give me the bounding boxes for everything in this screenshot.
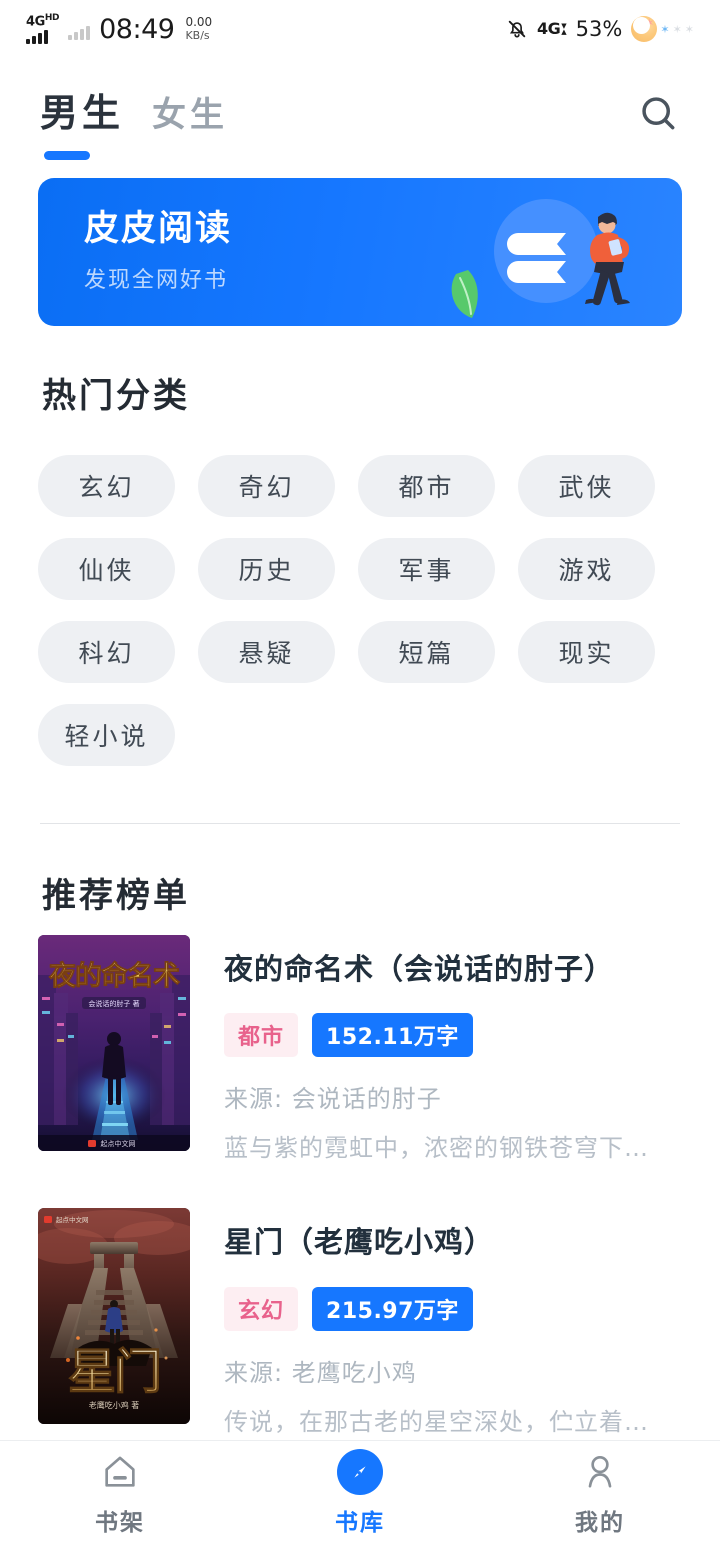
network-type-label: 4GHD	[26, 12, 60, 30]
network-speed-unit: KB/s	[185, 28, 210, 42]
book-source: 来源: 老鹰吃小鸡	[224, 1358, 417, 1387]
nav-item-profile[interactable]: 我的	[480, 1441, 720, 1544]
book-cover-star-gate: 星门 老鹰吃小鸡 著 起点中文网	[38, 1208, 190, 1425]
promo-banner[interactable]: 皮皮阅读 发现全网好书	[38, 178, 682, 326]
secondary-network-icon: 4G ▼ ▲	[537, 21, 567, 37]
category-chip[interactable]: 轻小说	[38, 704, 175, 766]
book-description: 蓝与紫的霓虹中，浓密的钢铁苍穹下…	[224, 1134, 649, 1163]
book-cover-night-naming: 夜的命名术 会说话的肘子 著 起点中文网	[38, 935, 190, 1151]
category-chip[interactable]: 短篇	[358, 621, 495, 683]
book-list-item[interactable]: 夜的命名术 会说话的肘子 著 起点中文网 夜的命名术（会说话的肘子） 都市 15…	[0, 935, 720, 1163]
status-bar: 4GHD 08:49 0.00 KB/s 4G ▼ ▲ 53% ✶ ✶ ✶ ✶	[0, 0, 720, 58]
battery-percent: 53%	[575, 17, 623, 41]
category-chip[interactable]: 现实	[518, 621, 655, 683]
nav-item-library[interactable]: 书库	[240, 1441, 480, 1544]
signal-bars-secondary-icon	[68, 25, 91, 40]
book-source: 来源: 会说话的肘子	[224, 1085, 442, 1114]
book-title: 夜的命名术（会说话的肘子）	[224, 952, 615, 986]
category-chip[interactable]: 军事	[358, 538, 495, 600]
category-chip[interactable]: 科幻	[38, 621, 175, 683]
category-chip[interactable]: 都市	[358, 455, 495, 517]
bell-off-icon	[506, 17, 528, 41]
search-icon[interactable]	[636, 91, 680, 135]
book-list-item[interactable]: 星门 老鹰吃小鸡 著 起点中文网 星门（老鹰吃小鸡） 玄幻 215.97万字 来…	[0, 1208, 720, 1436]
app-screen: 4GHD 08:49 0.00 KB/s 4G ▼ ▲ 53% ✶ ✶ ✶ ✶ …	[0, 0, 720, 1544]
nav-item-bookshelf[interactable]: 书架	[0, 1441, 240, 1544]
secondary-network-label: 4G	[537, 19, 561, 38]
book-info: 星门（老鹰吃小鸡） 玄幻 215.97万字 来源: 老鹰吃小鸡 传说，在那古老的…	[224, 1208, 682, 1436]
banner-subtitle: 发现全网好书	[84, 268, 229, 293]
tab-female-label: 女生	[152, 95, 229, 135]
reading-person-illustration	[438, 178, 668, 326]
network-speed-value: 0.00	[185, 14, 213, 29]
svg-text:起点中文网: 起点中文网	[101, 1139, 136, 1148]
status-bar-left: 4GHD 08:49 0.00 KB/s	[26, 12, 213, 45]
category-chip[interactable]: 玄幻	[38, 455, 175, 517]
signal-bars-icon	[26, 29, 48, 45]
section-divider	[40, 823, 680, 824]
book-description: 传说，在那古老的星空深处，伫立着…	[224, 1407, 649, 1436]
book-wordcount-badge: 152.11万字	[312, 1013, 473, 1058]
category-chip[interactable]: 游戏	[518, 538, 655, 600]
bottom-navigation: 书架 书库 我的	[0, 1440, 720, 1544]
data-arrows-icon: ▼ ▲	[561, 21, 567, 36]
book-title: 星门（老鹰吃小鸡）	[224, 1225, 495, 1260]
svg-text:夜的命名术: 夜的命名术	[48, 960, 180, 992]
book-info: 夜的命名术（会说话的肘子） 都市 152.11万字 来源: 会说话的肘子 蓝与紫…	[224, 935, 682, 1163]
tab-female[interactable]: 女生	[152, 98, 228, 132]
moon-star-icon: ✶ ✶ ✶ ✶	[631, 16, 694, 42]
nav-label-library: 书库	[335, 1509, 385, 1536]
banner-text-block: 皮皮阅读 发现全网好书	[84, 208, 232, 294]
category-chip-list: 玄幻 奇幻 都市 武侠 仙侠 历史 军事 游戏 科幻 悬疑 短篇 现实 轻小说	[38, 455, 686, 766]
book-tags: 玄幻 215.97万字	[224, 1286, 682, 1331]
category-chip[interactable]: 奇幻	[198, 455, 335, 517]
nav-label-bookshelf: 书架	[95, 1509, 145, 1536]
svg-text:老鹰吃小鸡 著: 老鹰吃小鸡 著	[89, 1400, 140, 1410]
tab-male-label: 男生	[40, 91, 125, 135]
compass-library-icon	[337, 1448, 383, 1495]
home-bookshelf-icon	[97, 1449, 143, 1495]
svg-text:会说话的肘子 著: 会说话的肘子 著	[88, 999, 139, 1008]
nav-label-profile: 我的	[575, 1509, 625, 1536]
tab-male[interactable]: 男生	[40, 91, 125, 160]
tab-active-underline	[44, 151, 90, 160]
recommend-title: 推荐榜单	[42, 876, 190, 916]
category-chip[interactable]: 仙侠	[38, 538, 175, 600]
book-tags: 都市 152.11万字	[224, 1013, 682, 1058]
book-genre-tag: 都市	[224, 1013, 299, 1058]
recommend-book-list: 夜的命名术 会说话的肘子 著 起点中文网 夜的命名术（会说话的肘子） 都市 15…	[0, 935, 720, 1482]
top-navigation: 男生 女生	[0, 58, 720, 168]
book-genre-tag: 玄幻	[224, 1286, 299, 1331]
person-profile-icon	[577, 1449, 623, 1495]
category-chip[interactable]: 武侠	[518, 455, 655, 517]
status-bar-right: 4G ▼ ▲ 53% ✶ ✶ ✶ ✶	[506, 16, 694, 42]
svg-text:星门: 星门	[68, 1344, 160, 1400]
network-indicator: 4GHD	[26, 12, 60, 45]
network-speed: 0.00 KB/s	[185, 14, 213, 42]
svg-text:起点中文网: 起点中文网	[56, 1215, 89, 1224]
hot-categories-title: 热门分类	[42, 376, 190, 416]
category-chip[interactable]: 历史	[198, 538, 335, 600]
book-wordcount-badge: 215.97万字	[312, 1286, 473, 1331]
clock-time: 08:49	[99, 13, 175, 45]
category-chip[interactable]: 悬疑	[198, 621, 335, 683]
gender-tabs: 男生 女生	[40, 91, 228, 160]
banner-title: 皮皮阅读	[84, 209, 233, 249]
